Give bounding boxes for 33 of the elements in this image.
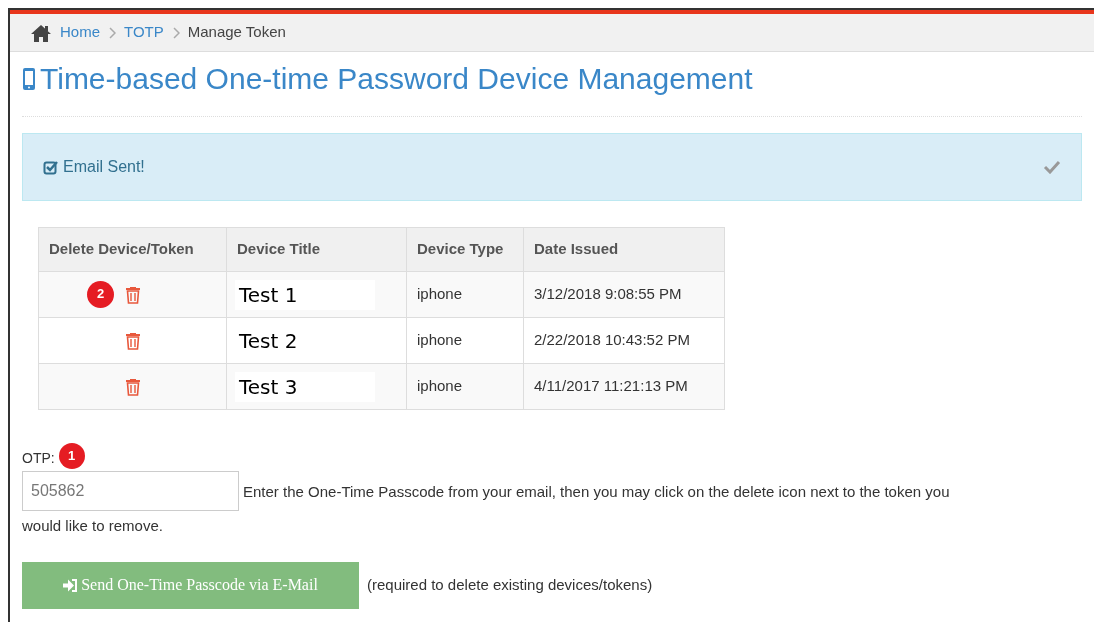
trash-icon[interactable] xyxy=(124,377,141,396)
breadcrumb-link[interactable]: Home xyxy=(60,21,100,44)
sign-in-icon xyxy=(63,578,78,592)
breadcrumb-current: Manage Token xyxy=(187,22,286,43)
chevron-right-icon xyxy=(171,26,180,39)
column-header: Device Type xyxy=(406,227,524,272)
device-type-cell: iphone xyxy=(406,271,524,318)
chevron-right-icon xyxy=(108,26,116,39)
annotation-badge: 2 xyxy=(87,280,114,308)
date-cell: 3/12/2018 9:08:55 PM xyxy=(523,271,725,318)
home-icon xyxy=(30,23,52,42)
check-icon xyxy=(1043,160,1061,174)
breadcrumb-link[interactable]: TOTP xyxy=(124,21,164,44)
checkbox-icon xyxy=(43,159,59,175)
send-passcode-button[interactable]: Send One-Time Passcode via E-Mail xyxy=(22,561,359,609)
otp-help-text: Enter the One-Time Passcode from your email, then you may click on the delete icon next to the token you xyxy=(243,481,950,502)
column-header: Date Issued xyxy=(523,227,725,272)
requirement-note: (required to delete existing devices/tokens) xyxy=(367,574,653,595)
column-header: Delete Device/Token xyxy=(38,227,227,272)
otp-label: OTP: xyxy=(22,449,55,468)
date-cell: 2/22/2018 10:43:52 PM xyxy=(523,317,725,364)
annotation-badge: 1 xyxy=(58,442,85,469)
page-title: Time-based One-time Password Device Management xyxy=(40,64,753,94)
device-type-cell: iphone xyxy=(406,363,524,410)
otp-input-field[interactable]: 505862 xyxy=(22,471,239,511)
column-header: Device Title xyxy=(226,227,407,272)
date-cell: 4/11/2017 11:21:13 PM xyxy=(523,363,725,410)
device-type-cell: iphone xyxy=(406,317,524,364)
otp-help-text: would like to remove. xyxy=(22,516,164,536)
trash-icon[interactable] xyxy=(124,331,141,350)
trash-icon[interactable] xyxy=(124,285,141,304)
alert-message: Email Sent! xyxy=(63,157,145,177)
mobile-phone-icon xyxy=(22,67,36,91)
